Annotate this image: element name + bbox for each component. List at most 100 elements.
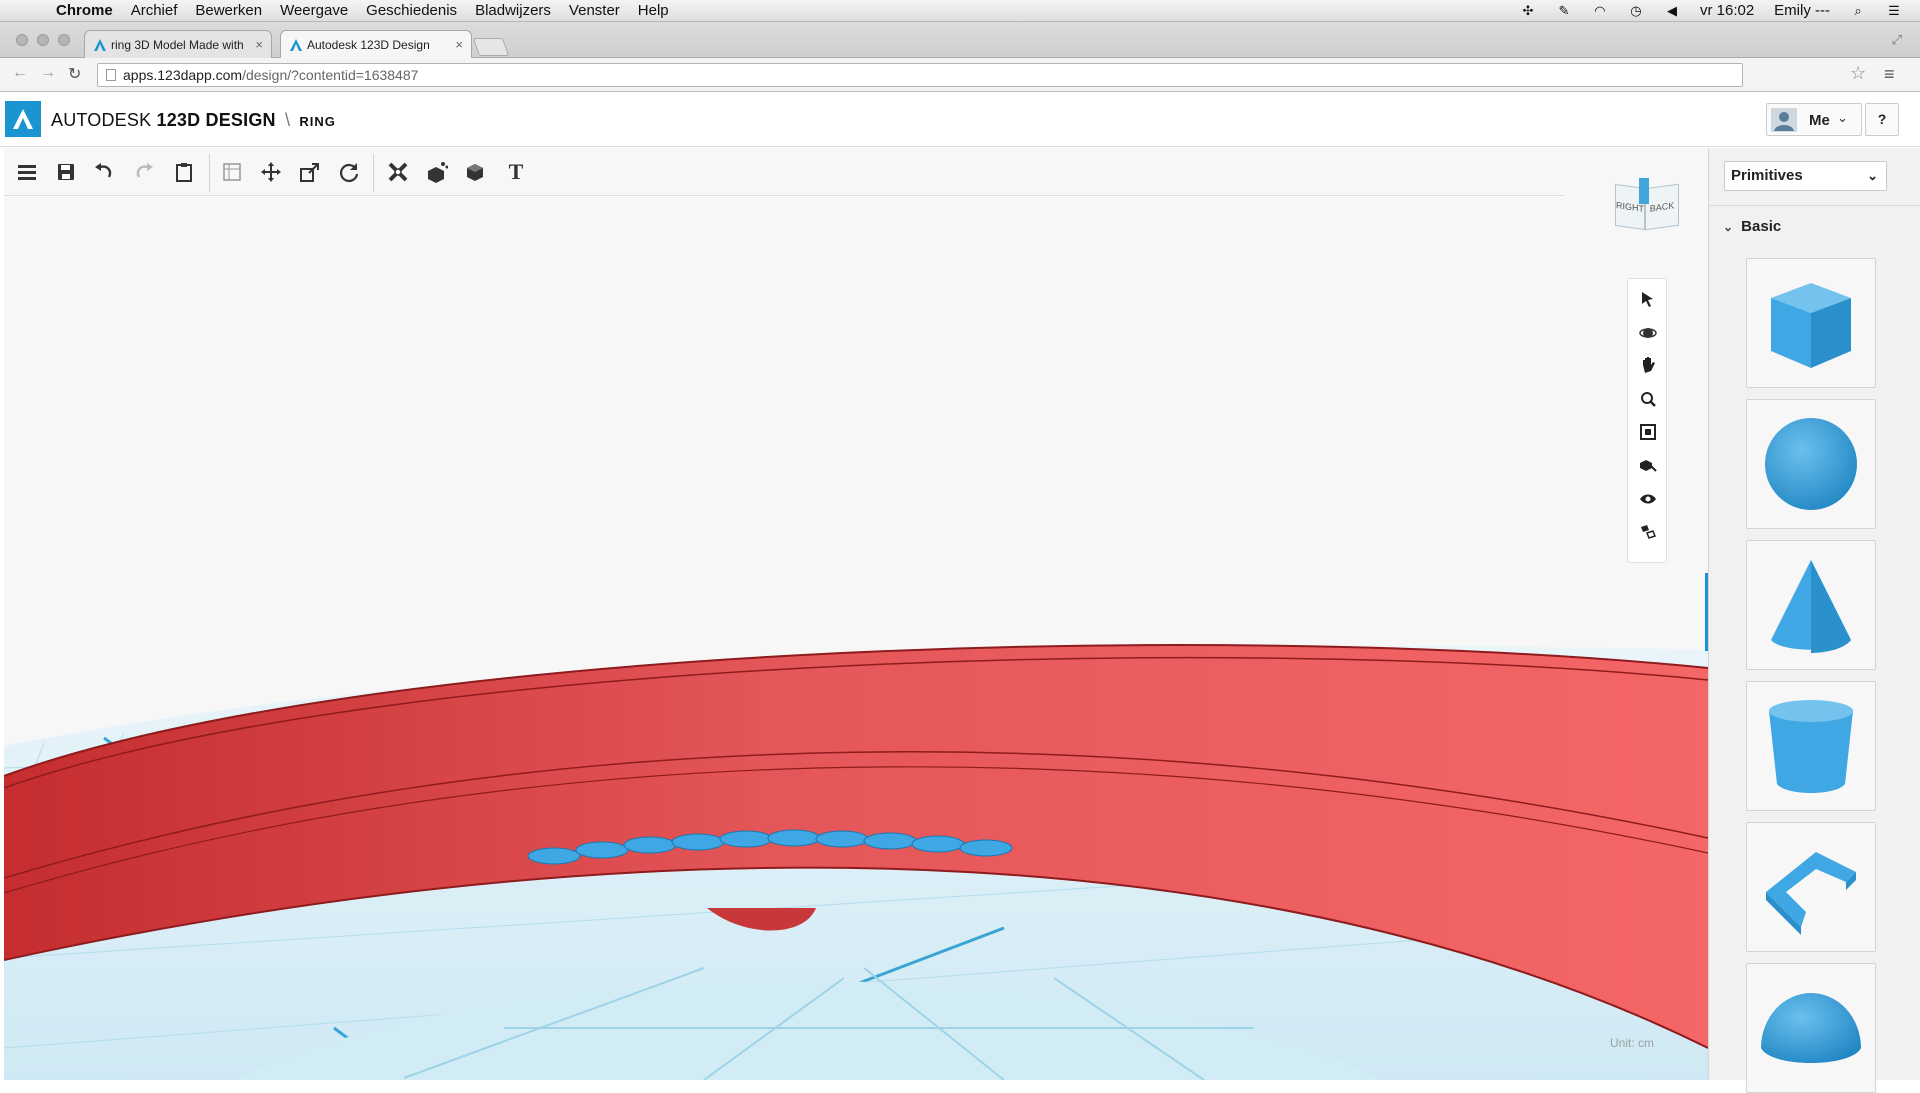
autodesk-logo-icon[interactable] — [5, 101, 41, 137]
close-window-button[interactable] — [16, 34, 28, 46]
unit-label: Unit: cm — [1610, 1036, 1655, 1050]
notification-center-icon[interactable]: ☰ — [1886, 3, 1902, 18]
zoom-window-button[interactable] — [58, 34, 70, 46]
dropdown-value: Primitives — [1731, 167, 1803, 184]
3d-viewport[interactable]: T RIGHT BACK Unit: cm — [4, 148, 1708, 1080]
toolbar-divider — [373, 154, 374, 192]
wifi-icon[interactable]: ◠ — [1592, 3, 1608, 18]
close-tab-icon[interactable]: × — [255, 31, 263, 58]
viewcube-back-face[interactable]: BACK — [1645, 183, 1679, 231]
menu-icon[interactable] — [11, 156, 43, 188]
pattern-icon[interactable] — [421, 156, 453, 188]
modify-tools-icon[interactable] — [382, 156, 414, 188]
tab-autodesk-123d[interactable]: Autodesk 123D Design × — [280, 30, 472, 58]
chevron-down-icon: ⌄ — [1837, 110, 1848, 125]
app-header: AUTODESK 123D DESIGN \ RING Me ⌄ ? — [0, 93, 1920, 147]
address-bar[interactable]: apps.123dapp.com/design/?contentid=16384… — [97, 63, 1743, 87]
visibility-eye-icon[interactable] — [1638, 489, 1658, 509]
brand-product: 123D DESIGN — [156, 110, 276, 130]
url-path: /design/?contentid=1638487 — [242, 67, 419, 83]
reload-icon[interactable]: ↻ — [68, 64, 81, 84]
select-arrow-icon[interactable] — [1638, 289, 1658, 309]
forward-arrow-icon[interactable]: → — [40, 64, 56, 82]
move-icon[interactable] — [255, 156, 287, 188]
time-machine-icon[interactable]: ◷ — [1628, 3, 1644, 18]
primitive-cylinder[interactable] — [1746, 681, 1876, 811]
minimize-window-button[interactable] — [37, 34, 49, 46]
autodesk-favicon-icon — [290, 39, 302, 51]
viewcube-highlight — [1639, 178, 1649, 204]
primitive-cone[interactable] — [1746, 540, 1876, 670]
menubar-clock[interactable]: vr 16:02 — [1700, 2, 1754, 19]
user-menu-button[interactable]: Me ⌄ — [1766, 103, 1862, 136]
brand-autodesk: AUTODESK — [51, 110, 152, 130]
back-arrow-icon[interactable]: ← — [12, 64, 28, 82]
browser-toolbar: ← → ↻ apps.123dapp.com/design/?contentid… — [0, 58, 1920, 92]
avatar — [1771, 108, 1797, 132]
wedge-icon — [1766, 852, 1856, 935]
fullscreen-icon[interactable]: ⤢ — [1892, 32, 1902, 48]
tab-ring-model[interactable]: ring 3D Model Made with × — [84, 30, 272, 58]
tab-title: ring 3D Model Made with — [111, 38, 244, 52]
view-cube[interactable]: RIGHT BACK — [1615, 178, 1685, 234]
primitive-hemisphere[interactable] — [1746, 963, 1876, 1093]
redo-icon[interactable] — [128, 156, 160, 188]
box-icon — [1771, 283, 1851, 368]
menu-geschiedenis[interactable]: Geschiedenis — [366, 2, 457, 19]
primitives-panel: Primitives ⌄ ⌄ Basic — [1708, 148, 1920, 1093]
zoom-icon[interactable] — [1638, 389, 1658, 409]
cone-icon — [1771, 560, 1851, 653]
url-host: apps.123dapp.com — [123, 67, 243, 83]
menubar-user[interactable]: Emily --- — [1774, 2, 1830, 19]
app-brand: AUTODESK 123D DESIGN \ RING — [51, 110, 336, 131]
primitive-box[interactable] — [1746, 258, 1876, 388]
bluetooth-status-icon[interactable]: ✣ — [1520, 3, 1536, 18]
fit-all-icon[interactable] — [1638, 422, 1658, 442]
brand-separator: \ — [284, 110, 291, 130]
combine-icon[interactable] — [460, 156, 492, 188]
text-icon[interactable]: T — [500, 156, 532, 188]
spotlight-search-icon[interactable]: ⌕ — [1850, 3, 1866, 18]
tab-title: Autodesk 123D Design — [307, 38, 430, 52]
refresh-icon[interactable] — [333, 156, 365, 188]
scale-icon[interactable] — [294, 156, 326, 188]
browser-tab-strip: ring 3D Model Made with × Autodesk 123D … — [0, 22, 1920, 58]
sketch-grid-icon[interactable] — [216, 156, 248, 188]
toolbar-divider — [209, 154, 210, 192]
project-name[interactable]: RING — [299, 114, 336, 129]
primitives-dropdown[interactable]: Primitives ⌄ — [1724, 161, 1887, 191]
primitive-sphere[interactable] — [1746, 399, 1876, 529]
pen-status-icon[interactable]: ✎ — [1556, 3, 1572, 18]
macos-menu-bar: Chrome Archief Bewerken Weergave Geschie… — [0, 0, 1920, 22]
menu-archief[interactable]: Archief — [131, 2, 178, 19]
menu-bewerken[interactable]: Bewerken — [195, 2, 262, 19]
section-title: Basic — [1741, 218, 1782, 235]
orbit-icon[interactable] — [1638, 323, 1658, 343]
volume-icon[interactable]: ◀ — [1664, 3, 1680, 18]
section-basic-header[interactable]: ⌄ Basic — [1723, 218, 1781, 235]
scene-canvas[interactable] — [4, 148, 1708, 1080]
snap-icon[interactable] — [1638, 522, 1658, 542]
close-tab-icon[interactable]: × — [455, 31, 463, 58]
user-name: Me — [1809, 112, 1830, 129]
clipboard-icon[interactable] — [168, 156, 200, 188]
undo-icon[interactable] — [88, 156, 120, 188]
save-icon[interactable] — [50, 156, 82, 188]
chrome-menu-icon[interactable]: ≡ — [1884, 64, 1895, 85]
main-toolbar: T — [4, 148, 1564, 196]
menu-weergave[interactable]: Weergave — [280, 2, 348, 19]
menu-chrome[interactable]: Chrome — [56, 2, 113, 19]
panel-divider — [1709, 205, 1920, 206]
menu-help[interactable]: Help — [638, 2, 669, 19]
pan-hand-icon[interactable] — [1638, 355, 1658, 375]
primitive-polyline-wedge[interactable] — [1746, 822, 1876, 952]
new-tab-button[interactable] — [472, 38, 510, 56]
autodesk-favicon-icon — [94, 39, 106, 51]
bookmark-star-icon[interactable]: ☆ — [1850, 63, 1866, 84]
material-icon[interactable] — [1638, 455, 1658, 475]
window-controls — [16, 34, 70, 46]
help-button[interactable]: ? — [1865, 103, 1899, 136]
chevron-down-icon: ⌄ — [1723, 220, 1734, 234]
menu-bladwijzers[interactable]: Bladwijzers — [475, 2, 551, 19]
menu-venster[interactable]: Venster — [569, 2, 620, 19]
